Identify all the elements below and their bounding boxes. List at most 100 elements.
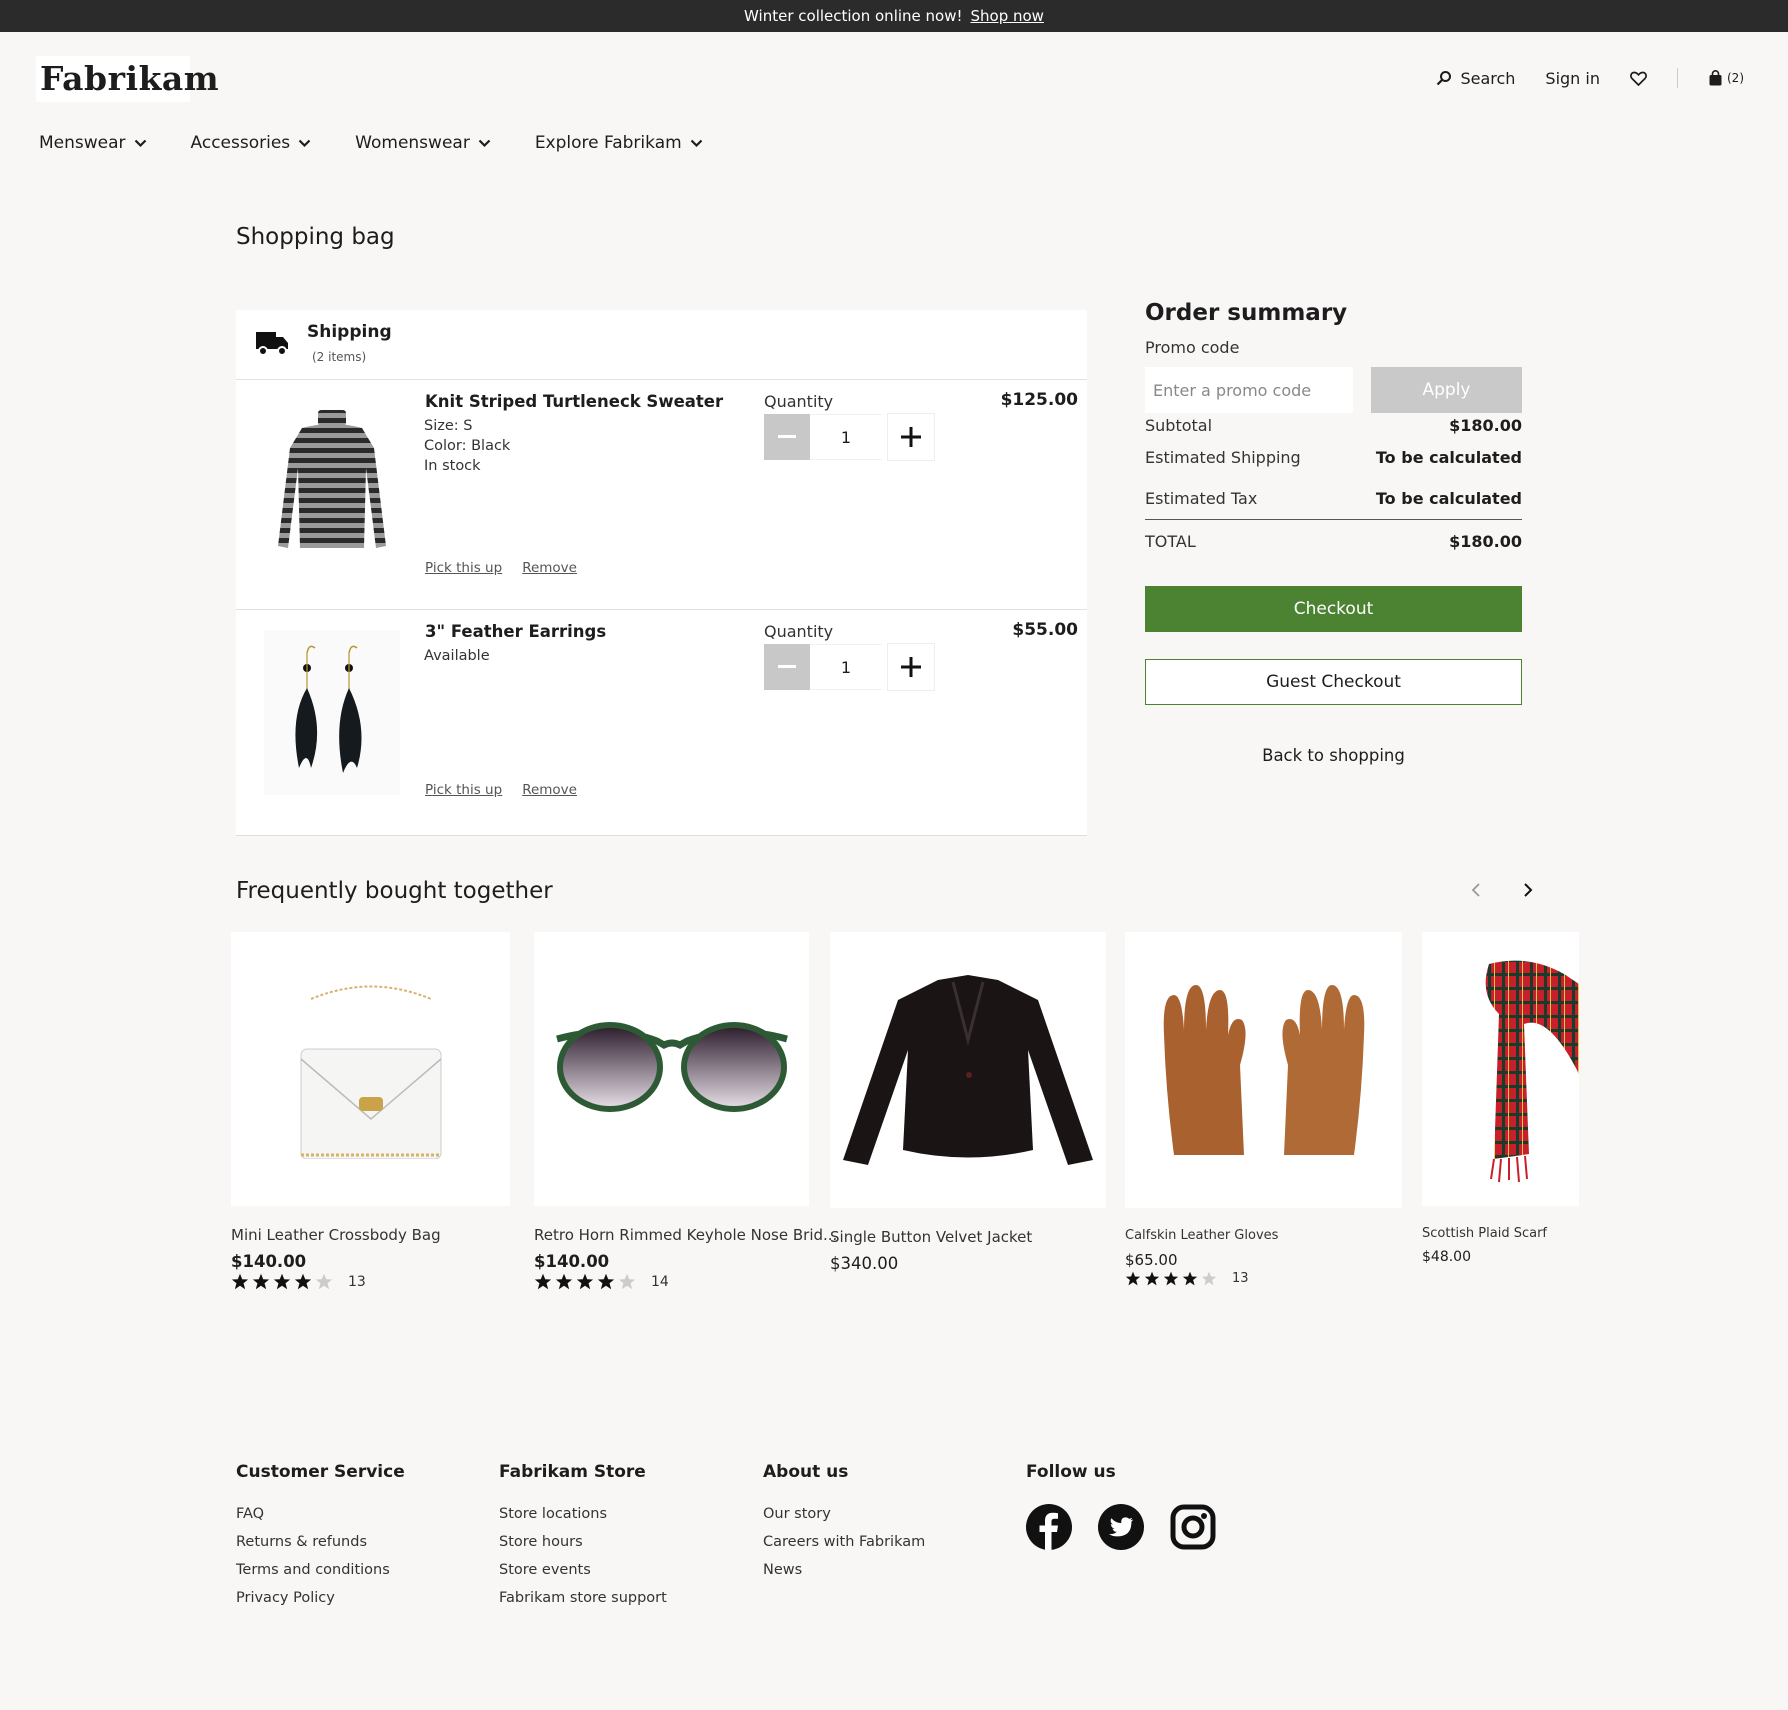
nav-accessories[interactable]: Accessories — [191, 133, 312, 153]
star-icon — [1201, 1271, 1217, 1286]
star-icon — [534, 1273, 552, 1290]
apply-promo-button[interactable]: Apply — [1371, 367, 1522, 413]
item-price: $125.00 — [1000, 390, 1078, 410]
store-locations-link[interactable]: Store locations — [499, 1506, 667, 1522]
shipping-header: Shipping (2 items) — [236, 310, 1087, 380]
earrings-image[interactable] — [264, 630, 400, 795]
increase-quantity-button[interactable] — [888, 414, 934, 460]
privacy-link[interactable]: Privacy Policy — [236, 1590, 405, 1606]
careers-link[interactable]: Careers with Fabrikam — [763, 1534, 925, 1550]
banner-text: Winter collection online now! — [744, 7, 963, 25]
star-icon — [1163, 1271, 1179, 1286]
tax-row: Estimated Tax To be calculated — [1145, 489, 1522, 508]
decrease-quantity-button[interactable] — [764, 414, 810, 460]
nav-explore[interactable]: Explore Fabrikam — [535, 133, 703, 153]
product-card[interactable]: Calfskin Leather Gloves $65.00 13 — [1125, 932, 1402, 1286]
product-price: $140.00 — [231, 1252, 307, 1271]
nav-label: Menswear — [39, 133, 126, 153]
pick-up-link[interactable]: Pick this up — [425, 782, 502, 798]
store-support-link[interactable]: Fabrikam store support — [499, 1590, 667, 1606]
decrease-quantity-button[interactable] — [764, 644, 810, 690]
back-to-shopping-link[interactable]: Back to shopping — [1145, 746, 1522, 765]
product-name[interactable]: Scottish Plaid Scarf — [1422, 1226, 1579, 1241]
remove-link[interactable]: Remove — [522, 560, 577, 576]
chevron-right-icon[interactable] — [1522, 882, 1534, 898]
item-price: $55.00 — [1012, 620, 1078, 640]
checkout-button[interactable]: Checkout — [1145, 586, 1522, 632]
product-image[interactable] — [534, 932, 809, 1206]
product-card[interactable]: Mini Leather Crossbody Bag $140.00 13 — [231, 932, 510, 1290]
our-story-link[interactable]: Our story — [763, 1506, 925, 1522]
item-name[interactable]: 3" Feather Earrings — [425, 622, 606, 641]
faq-link[interactable]: FAQ — [236, 1506, 405, 1522]
product-name[interactable]: Single Button Velvet Jacket — [830, 1228, 1106, 1246]
minus-icon — [778, 435, 796, 438]
tax-value: To be calculated — [1375, 489, 1522, 508]
chevron-down-icon — [690, 139, 702, 147]
product-price: $65.00 — [1125, 1251, 1178, 1269]
wishlist-button[interactable] — [1630, 71, 1647, 86]
product-image[interactable] — [231, 932, 510, 1206]
subtotal-row: Subtotal $180.00 — [1145, 416, 1522, 435]
footer-heading: Customer Service — [236, 1462, 405, 1482]
fabrikam-logo[interactable]: Fabrikam — [36, 56, 219, 102]
guest-checkout-button[interactable]: Guest Checkout — [1145, 659, 1522, 705]
product-rating: 14 — [534, 1273, 837, 1290]
product-name[interactable]: Retro Horn Rimmed Keyhole Nose Brid... — [534, 1226, 837, 1244]
nav-womenswear[interactable]: Womenswear — [355, 133, 491, 153]
page-title: Shopping bag — [236, 224, 395, 250]
quantity-input[interactable]: 1 — [810, 414, 882, 460]
product-name[interactable]: Mini Leather Crossbody Bag — [231, 1226, 510, 1244]
search-icon — [1437, 71, 1452, 86]
promo-code-input[interactable]: Enter a promo code — [1145, 367, 1353, 413]
subtotal-value: $180.00 — [1449, 416, 1522, 435]
heart-icon — [1630, 71, 1647, 86]
cart-button[interactable]: (2) — [1708, 70, 1744, 86]
terms-link[interactable]: Terms and conditions — [236, 1562, 405, 1578]
subtotal-label: Subtotal — [1145, 416, 1213, 435]
product-image[interactable] — [1125, 932, 1402, 1208]
increase-quantity-button[interactable] — [888, 644, 934, 690]
quantity-input[interactable]: 1 — [810, 644, 882, 690]
summary-divider — [1145, 519, 1522, 520]
shop-now-link[interactable]: Shop now — [971, 7, 1044, 25]
item-count: (2 items) — [312, 350, 367, 364]
social-links — [1026, 1504, 1216, 1550]
header-actions: Search Sign in (2) — [1406, 68, 1744, 88]
product-image[interactable] — [830, 932, 1106, 1208]
product-image[interactable] — [1422, 932, 1579, 1206]
returns-link[interactable]: Returns & refunds — [236, 1534, 405, 1550]
chevron-down-icon — [478, 139, 491, 147]
sign-in-link[interactable]: Sign in — [1545, 69, 1600, 88]
instagram-icon[interactable] — [1170, 1504, 1216, 1550]
star-icon — [231, 1273, 249, 1290]
order-summary: Order summary Promo code Enter a promo c… — [1145, 300, 1522, 765]
plus-icon — [901, 427, 921, 447]
product-rating: 13 — [231, 1273, 510, 1290]
star-icon — [618, 1273, 636, 1290]
product-card[interactable]: Scottish Plaid Scarf $48.00 — [1422, 932, 1579, 1265]
product-card[interactable]: Single Button Velvet Jacket $340.00 — [830, 932, 1106, 1273]
remove-link[interactable]: Remove — [522, 782, 577, 798]
store-hours-link[interactable]: Store hours — [499, 1534, 667, 1550]
news-link[interactable]: News — [763, 1562, 925, 1578]
item-actions: Pick this up Remove — [425, 782, 577, 798]
product-price: $48.00 — [1422, 1249, 1471, 1265]
search-button[interactable]: Search — [1436, 69, 1515, 88]
footer-about: About us Our story Careers with Fabrikam… — [763, 1462, 925, 1590]
product-name[interactable]: Calfskin Leather Gloves — [1125, 1228, 1402, 1243]
chevron-left-icon[interactable] — [1470, 882, 1482, 898]
facebook-icon[interactable] — [1026, 1504, 1072, 1550]
total-row: TOTAL $180.00 — [1145, 532, 1522, 551]
product-card[interactable]: Retro Horn Rimmed Keyhole Nose Brid... $… — [534, 932, 837, 1290]
star-icon — [597, 1273, 615, 1290]
item-name[interactable]: Knit Striped Turtleneck Sweater — [425, 392, 723, 411]
store-events-link[interactable]: Store events — [499, 1562, 667, 1578]
nav-menswear[interactable]: Menswear — [39, 133, 147, 153]
star-icon — [294, 1273, 312, 1290]
pick-up-link[interactable]: Pick this up — [425, 560, 502, 576]
sweater-image[interactable] — [264, 400, 400, 565]
main-nav: Menswear Accessories Womenswear Explore … — [39, 133, 747, 153]
twitter-icon[interactable] — [1098, 1504, 1144, 1550]
footer-customer-service: Customer Service FAQ Returns & refunds T… — [236, 1462, 405, 1618]
